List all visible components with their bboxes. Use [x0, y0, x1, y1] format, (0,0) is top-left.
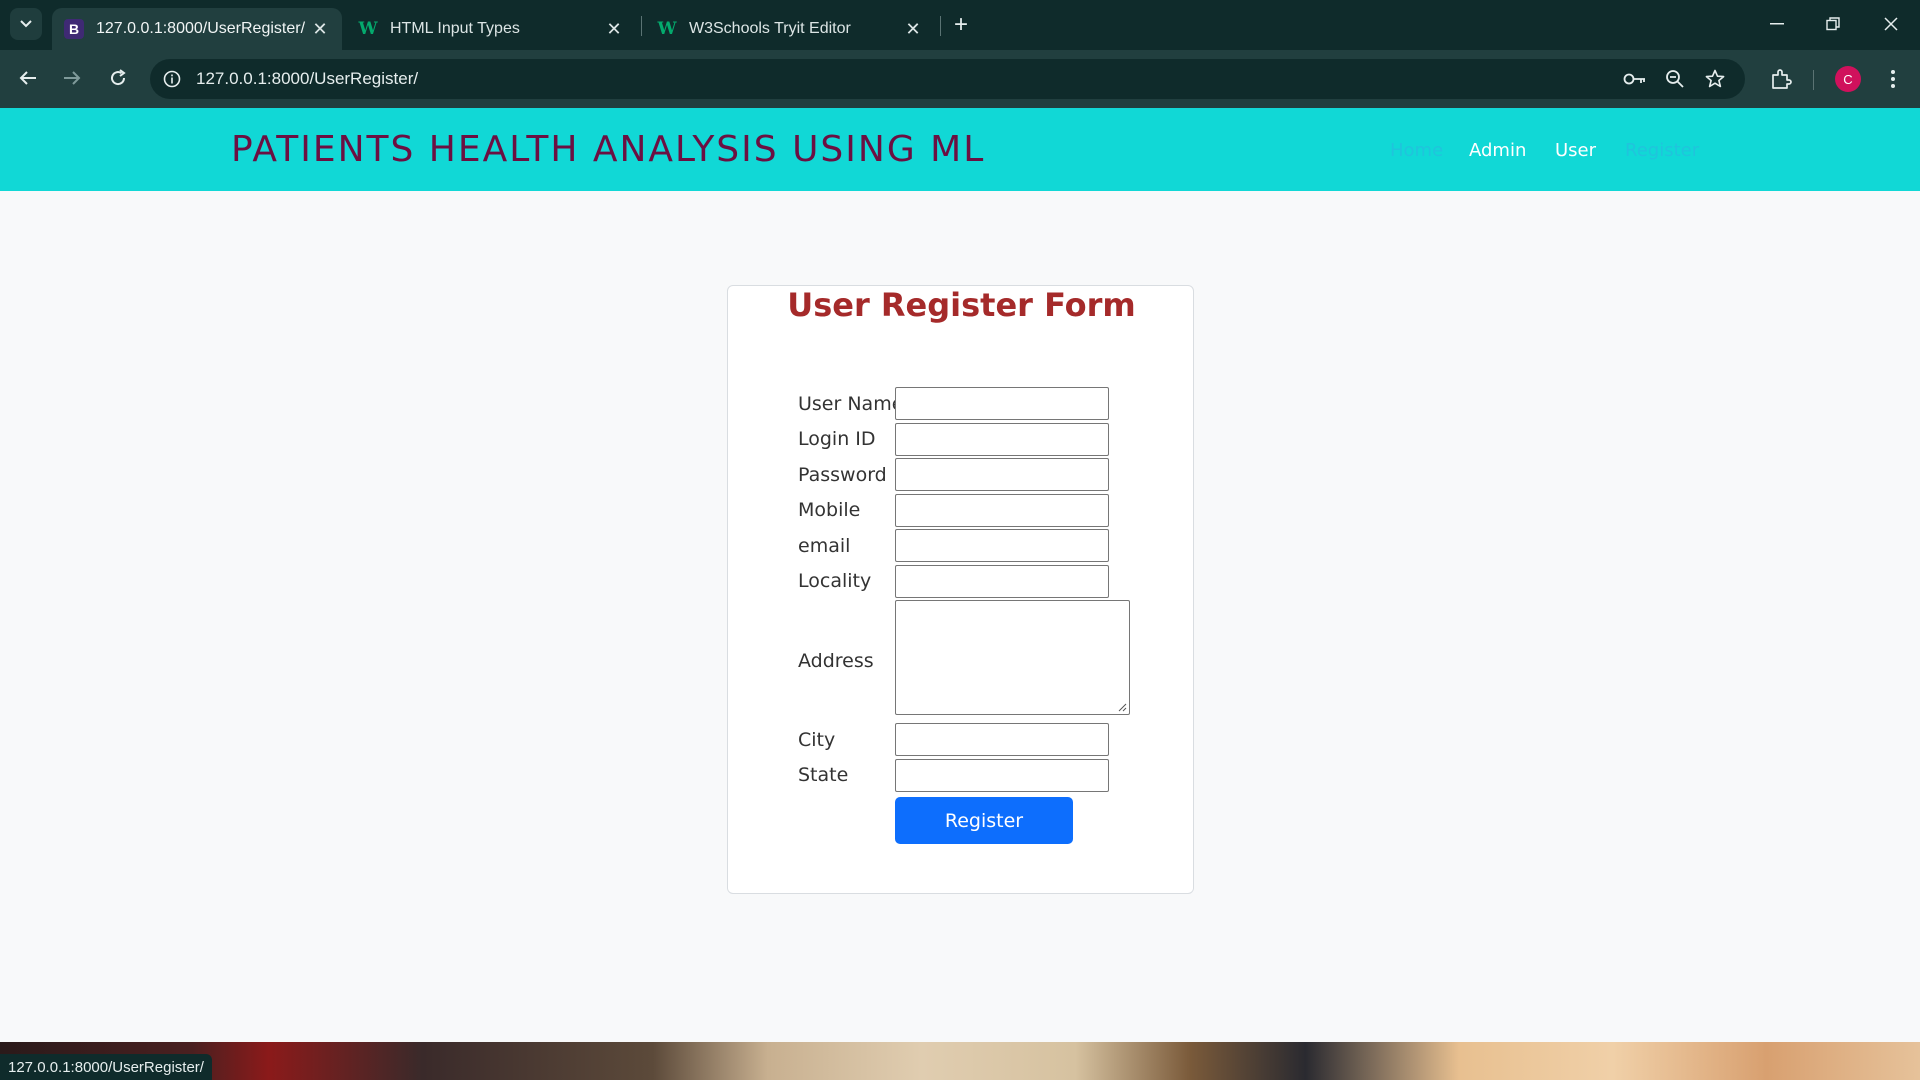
nav-link-user[interactable]: User	[1555, 140, 1596, 161]
bookmark-star-icon[interactable]	[1703, 67, 1727, 91]
extensions-icon[interactable]	[1765, 63, 1797, 95]
arrow-left-icon	[19, 71, 36, 85]
nav-link-register[interactable]: Register	[1625, 140, 1699, 161]
nav-link-home[interactable]: Home	[1390, 140, 1443, 161]
locality-label: Locality	[798, 570, 872, 592]
minimize-icon	[1770, 23, 1784, 25]
login-id-input[interactable]	[895, 423, 1109, 456]
email-input[interactable]	[895, 529, 1109, 562]
reload-button[interactable]	[102, 62, 134, 94]
back-button[interactable]	[12, 62, 44, 94]
w3schools-favicon-icon: W	[358, 19, 378, 39]
restore-button[interactable]	[1810, 6, 1856, 42]
city-input[interactable]	[895, 723, 1109, 756]
tab-html-input-types[interactable]: W HTML Input Types ✕	[346, 8, 636, 50]
close-icon[interactable]: ✕	[903, 19, 923, 39]
minimize-button[interactable]	[1754, 6, 1800, 42]
background-image-strip	[0, 1042, 1920, 1080]
locality-input[interactable]	[895, 565, 1109, 598]
restore-icon	[1826, 17, 1840, 31]
more-menu-icon[interactable]	[1877, 63, 1909, 95]
login-id-label: Login ID	[798, 428, 876, 450]
mobile-input[interactable]	[895, 494, 1109, 527]
bootstrap-favicon-icon: B	[64, 19, 84, 39]
tab-separator	[641, 16, 642, 36]
toolbar-separator	[1813, 70, 1814, 90]
status-url-bubble: 127.0.0.1:8000/UserRegister/	[0, 1054, 212, 1080]
mobile-label: Mobile	[798, 499, 861, 521]
w3schools-favicon-icon: W	[657, 19, 677, 39]
tab-title: W3Schools Tryit Editor	[689, 20, 851, 37]
nav-link-admin[interactable]: Admin	[1469, 140, 1526, 161]
address-textarea[interactable]	[895, 600, 1130, 715]
email-label: email	[798, 535, 851, 557]
profile-avatar[interactable]: C	[1835, 66, 1861, 92]
form-title: User Register Form	[787, 286, 1136, 324]
chevron-down-icon	[20, 20, 32, 28]
reload-icon	[111, 69, 126, 86]
browser-tab-strip: B 127.0.0.1:8000/UserRegister/ ✕ W HTML …	[0, 0, 1920, 50]
tab-search-button[interactable]	[10, 8, 42, 40]
user-name-label: User Name	[798, 393, 904, 415]
register-form-card: User Register Form User Name Login ID Pa…	[727, 285, 1194, 894]
new-tab-button[interactable]: +	[948, 11, 974, 38]
key-icon[interactable]	[1623, 67, 1647, 91]
state-label: State	[798, 764, 849, 786]
url-text[interactable]: 127.0.0.1:8000/UserRegister/	[196, 69, 418, 89]
password-input[interactable]	[895, 458, 1109, 491]
site-info-icon[interactable]	[160, 67, 184, 91]
register-button[interactable]: Register	[895, 797, 1073, 844]
user-name-input[interactable]	[895, 387, 1109, 420]
tab-w3schools-tryit[interactable]: W W3Schools Tryit Editor ✕	[645, 8, 935, 50]
city-label: City	[798, 729, 836, 751]
forward-button[interactable]	[56, 62, 88, 94]
arrow-right-icon	[64, 71, 81, 85]
resize-grip-icon[interactable]	[1117, 702, 1127, 712]
site-header: PATIENTS HEALTH ANALYSIS USING ML Home A…	[0, 108, 1920, 191]
close-icon[interactable]: ✕	[310, 19, 330, 39]
close-window-button[interactable]	[1868, 6, 1914, 42]
browser-toolbar: 127.0.0.1:8000/UserRegister/ C	[0, 50, 1920, 108]
tab-title: 127.0.0.1:8000/UserRegister/	[96, 20, 306, 37]
site-title[interactable]: PATIENTS HEALTH ANALYSIS USING ML	[231, 129, 985, 170]
address-bar[interactable]: 127.0.0.1:8000/UserRegister/	[150, 59, 1745, 99]
close-icon[interactable]: ✕	[604, 19, 624, 39]
zoom-icon[interactable]	[1663, 67, 1687, 91]
tab-title: HTML Input Types	[390, 20, 520, 37]
state-input[interactable]	[895, 759, 1109, 792]
tab-separator	[940, 16, 941, 36]
close-icon	[1884, 17, 1898, 31]
address-label: Address	[798, 650, 874, 672]
password-label: Password	[798, 464, 887, 486]
tab-user-register[interactable]: B 127.0.0.1:8000/UserRegister/ ✕	[52, 8, 342, 50]
